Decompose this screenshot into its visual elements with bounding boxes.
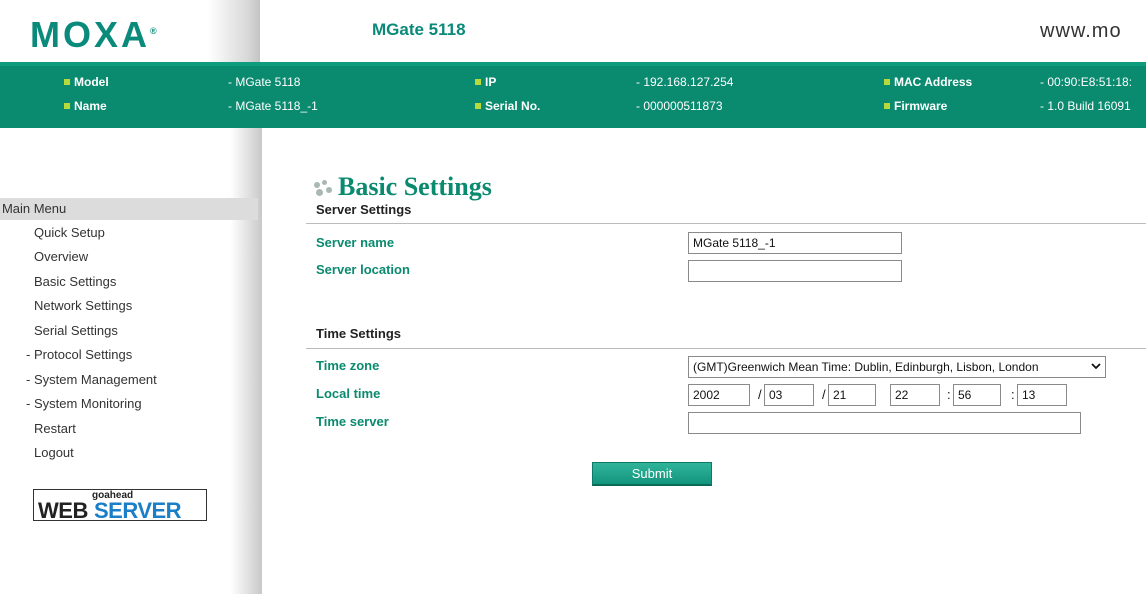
moxa-logo[interactable]: MOXA®	[30, 14, 157, 56]
menu-item-system-monitoring[interactable]: - System Monitoring	[26, 396, 142, 411]
bullet-icon	[64, 78, 70, 85]
goahead-webserver-badge: goahead WEB SERVER	[33, 489, 207, 523]
mac-value: - 00:90:E8:51:18:	[1040, 75, 1133, 89]
time-zone-label: Time zone	[316, 358, 380, 373]
firmware-label: Firmware	[884, 99, 947, 113]
bullet-icon	[884, 102, 890, 109]
logo-text: MOXA	[30, 14, 150, 55]
section-divider	[306, 223, 1146, 224]
model-label: Model	[64, 75, 109, 89]
server-location-input[interactable]	[688, 260, 902, 282]
name-value: - MGate 5118_-1	[228, 99, 318, 113]
section-divider	[306, 348, 1146, 349]
server-name-input[interactable]	[688, 232, 902, 254]
main-menu-header[interactable]: - Main Menu	[0, 198, 258, 220]
header: MOXA® MGate 5118 www.mo	[0, 0, 1146, 62]
bullet-icon	[64, 102, 70, 109]
bullet-icon	[475, 78, 481, 85]
time-separator: :	[947, 387, 951, 402]
main-menu-label: - Main Menu	[0, 201, 67, 216]
product-title: MGate 5118	[372, 20, 466, 39]
sidebar: - Main Menu Quick Setup Overview Basic S…	[0, 128, 262, 594]
menu-item-logout[interactable]: Logout	[34, 445, 74, 460]
server-name-label: Server name	[316, 235, 395, 250]
bullet-icon	[475, 102, 481, 109]
badge-server-text: SERVER	[94, 498, 182, 523]
time-server-label: Time server	[316, 414, 389, 429]
time-separator: :	[1011, 387, 1015, 402]
page: MOXA® MGate 5118 www.mo Model - MGate 51…	[0, 0, 1146, 594]
device-info-bar: Model - MGate 5118 Name - MGate 5118_-1 …	[0, 62, 1146, 128]
menu-item-overview[interactable]: Overview	[34, 249, 88, 264]
local-time-month-input[interactable]	[764, 384, 814, 406]
bullet-icon	[884, 78, 890, 85]
page-title: Basic Settings	[338, 172, 492, 201]
menu-item-basic-settings[interactable]: Basic Settings	[34, 274, 116, 289]
serial-value: - 000000511873	[636, 99, 723, 113]
serial-label: Serial No.	[475, 99, 540, 113]
submit-button[interactable]: Submit	[592, 462, 712, 486]
time-zone-select[interactable]: (GMT)Greenwich Mean Time: Dublin, Edinbu…	[688, 356, 1106, 378]
menu-item-network-settings[interactable]: Network Settings	[34, 298, 132, 313]
chevron-down-icon	[1091, 363, 1101, 370]
menu-item-protocol-settings[interactable]: - Protocol Settings	[26, 347, 132, 362]
local-time-second-input[interactable]	[1017, 384, 1067, 406]
ip-label: IP	[475, 75, 496, 89]
site-url[interactable]: www.mo	[1040, 20, 1122, 43]
local-time-year-input[interactable]	[688, 384, 750, 406]
time-server-input[interactable]	[688, 412, 1081, 434]
model-value: - MGate 5118	[228, 75, 301, 89]
time-zone-value: (GMT)Greenwich Mean Time: Dublin, Edinbu…	[693, 360, 1039, 374]
date-separator: /	[758, 387, 762, 402]
registered-mark: ®	[150, 26, 157, 36]
date-separator: /	[822, 387, 826, 402]
local-time-day-input[interactable]	[828, 384, 876, 406]
local-time-label: Local time	[316, 386, 381, 401]
local-time-hour-input[interactable]	[890, 384, 940, 406]
menu-item-quick-setup[interactable]: Quick Setup	[34, 225, 105, 240]
logo-area: MOXA®	[0, 0, 260, 62]
name-label: Name	[64, 99, 107, 113]
menu-item-serial-settings[interactable]: Serial Settings	[34, 323, 118, 338]
local-time-minute-input[interactable]	[953, 384, 1001, 406]
menu-item-system-management[interactable]: - System Management	[26, 372, 157, 387]
server-settings-title: Server Settings	[316, 202, 412, 217]
ip-value: - 192.168.127.254	[636, 75, 734, 89]
heading-dots-icon	[314, 180, 336, 200]
badge-web-text: WEB	[38, 498, 88, 523]
server-location-label: Server location	[316, 262, 410, 277]
firmware-value: - 1.0 Build 16091	[1040, 99, 1131, 113]
time-settings-title: Time Settings	[316, 326, 402, 341]
mac-label: MAC Address	[884, 75, 972, 89]
menu-item-restart[interactable]: Restart	[34, 421, 76, 436]
